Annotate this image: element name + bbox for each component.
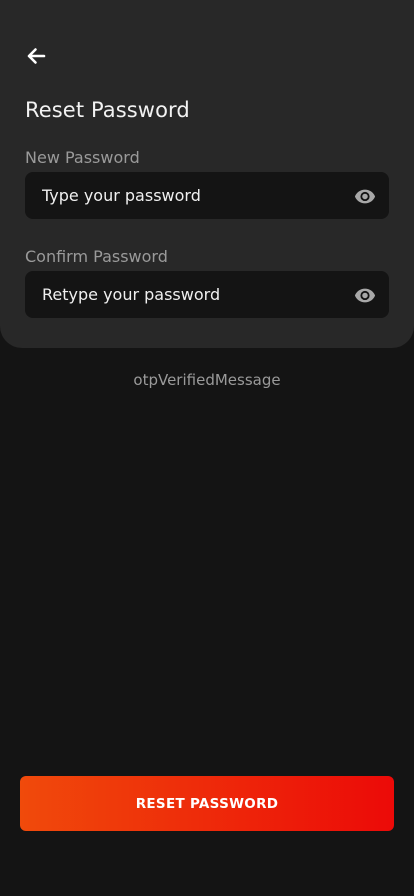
eye-icon bbox=[354, 288, 376, 302]
toggle-confirm-password-visibility-button[interactable] bbox=[353, 283, 377, 307]
reset-password-screen: Reset Password New Password Confirm Pass… bbox=[0, 0, 414, 896]
confirm-password-label: Confirm Password bbox=[25, 247, 168, 266]
eye-icon bbox=[354, 189, 376, 203]
reset-password-card: Reset Password New Password Confirm Pass… bbox=[0, 0, 414, 348]
back-button[interactable] bbox=[22, 42, 50, 70]
new-password-field bbox=[25, 172, 389, 219]
confirm-password-field bbox=[25, 271, 389, 318]
otp-verified-message: otpVerifiedMessage bbox=[133, 371, 281, 389]
new-password-input[interactable] bbox=[42, 186, 353, 205]
reset-password-button[interactable]: RESET PASSWORD bbox=[20, 776, 394, 831]
arrow-left-icon bbox=[27, 48, 46, 64]
new-password-label: New Password bbox=[25, 148, 140, 167]
toggle-new-password-visibility-button[interactable] bbox=[353, 184, 377, 208]
confirm-password-input[interactable] bbox=[42, 285, 353, 304]
page-title: Reset Password bbox=[25, 98, 190, 122]
